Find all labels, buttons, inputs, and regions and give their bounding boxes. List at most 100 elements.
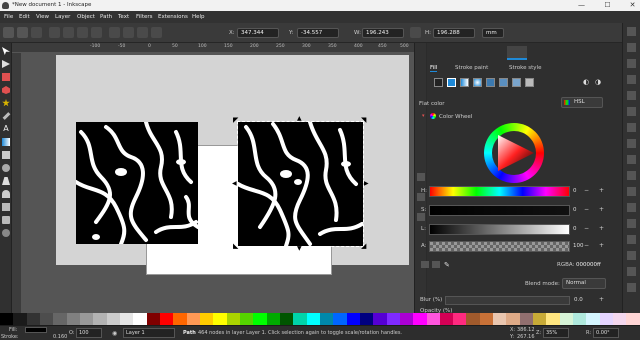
deselect-icon[interactable]	[31, 27, 42, 38]
lower-icon[interactable]	[137, 27, 148, 38]
palette-swatch[interactable]	[533, 313, 547, 325]
ungroup-icon[interactable]	[627, 251, 636, 260]
star-tool-icon[interactable]	[2, 99, 10, 107]
mesh-tool-icon[interactable]	[2, 151, 10, 159]
palette-swatch[interactable]	[386, 313, 400, 325]
gradient-tool-icon[interactable]	[2, 138, 10, 146]
palette-swatch[interactable]	[66, 313, 80, 325]
zoom-field[interactable]: 35%	[543, 328, 569, 338]
tab-stroke-paint[interactable]: Stroke paint	[455, 65, 488, 71]
palette-swatch[interactable]	[573, 313, 587, 325]
palette-swatch[interactable]	[26, 313, 40, 325]
print-icon[interactable]	[627, 75, 636, 84]
no-paint-button[interactable]	[434, 78, 443, 87]
transform-tab-icon[interactable]	[592, 46, 612, 60]
scale-handle-n-icon[interactable]: ▲	[297, 116, 303, 122]
radial-gradient-button[interactable]	[473, 78, 482, 87]
menu-edit[interactable]: Edit	[19, 14, 30, 20]
x-field[interactable]: 347.344	[237, 28, 279, 38]
palette-swatch[interactable]	[199, 313, 214, 325]
copy-icon[interactable]	[627, 155, 636, 164]
node-tool-icon[interactable]	[2, 60, 10, 68]
palette-swatch[interactable]	[186, 313, 200, 325]
color-wheel[interactable]	[484, 123, 544, 183]
palette-swatch[interactable]	[306, 313, 320, 325]
blur-value[interactable]: 0.0	[574, 297, 583, 303]
palette-swatch[interactable]	[506, 313, 520, 325]
blur-plus-icon[interactable]: +	[599, 296, 604, 303]
menu-object[interactable]: Object	[77, 14, 95, 20]
unset-button[interactable]	[525, 78, 534, 87]
layers-tab-icon[interactable]	[427, 46, 447, 60]
layer-visibility-icon[interactable]: ◉	[112, 330, 117, 337]
palette-swatch[interactable]	[453, 313, 467, 325]
rectangle-tool-icon[interactable]	[2, 73, 10, 81]
linear-gradient-button[interactable]	[460, 78, 469, 87]
flip-vertical-icon[interactable]	[91, 27, 102, 38]
palette-swatch[interactable]	[293, 313, 307, 325]
palette-swatch[interactable]	[466, 313, 480, 325]
paste-icon[interactable]	[627, 187, 636, 196]
h-field[interactable]: 196.288	[433, 28, 475, 38]
spray-tool-icon[interactable]	[2, 203, 10, 211]
blend-mode-dropdown[interactable]: Normal	[562, 278, 606, 289]
paint-bucket-tool-icon[interactable]	[2, 177, 10, 185]
save-icon[interactable]	[627, 59, 636, 68]
scale-handle-s-icon[interactable]: ▼	[297, 246, 303, 252]
palette-swatch[interactable]	[159, 313, 174, 325]
swatch-button[interactable]	[512, 78, 521, 87]
palette-swatch[interactable]	[413, 313, 427, 325]
palette-swatch[interactable]	[13, 313, 27, 325]
dropper-tool-icon[interactable]	[2, 164, 10, 172]
hue-plus-icon[interactable]: +	[599, 187, 604, 194]
palette-swatch[interactable]	[319, 313, 334, 325]
palette-swatch[interactable]	[93, 313, 107, 325]
palette-swatch[interactable]	[333, 313, 347, 325]
palette-swatch[interactable]	[239, 313, 254, 325]
export-icon[interactable]	[627, 107, 636, 116]
lightness-minus-icon[interactable]: −	[584, 225, 589, 232]
minimize-button[interactable]: —	[577, 1, 586, 10]
palette-swatch[interactable]	[626, 313, 640, 325]
new-document-icon[interactable]	[627, 27, 636, 36]
fill-stroke-tab-icon[interactable]	[507, 46, 527, 60]
pattern-button[interactable]	[499, 78, 508, 87]
palette-swatch[interactable]	[213, 313, 227, 325]
palette-swatch[interactable]	[439, 313, 454, 325]
select-all-layers-icon[interactable]	[17, 27, 28, 38]
fill-stroke-icon[interactable]	[627, 267, 636, 276]
menu-view[interactable]: View	[36, 14, 49, 20]
palette-swatch[interactable]	[79, 313, 94, 325]
alpha-minus-icon[interactable]: −	[584, 242, 589, 249]
redo-icon[interactable]	[627, 139, 636, 148]
fill-swatch[interactable]	[25, 327, 47, 333]
close-button[interactable]: ✕	[628, 1, 637, 10]
mesh-gradient-button[interactable]	[486, 78, 495, 87]
3d-box-tool-icon[interactable]	[2, 86, 10, 94]
zoom-tool-icon[interactable]	[2, 229, 10, 237]
maximize-button[interactable]: ☐	[603, 1, 612, 10]
scale-handle-w-icon[interactable]: ◀	[232, 181, 238, 187]
open-icon[interactable]	[627, 43, 636, 52]
saturation-slider[interactable]	[429, 205, 570, 216]
group-icon[interactable]	[627, 235, 636, 244]
unit-dropdown[interactable]: mm	[482, 28, 504, 38]
flat-color-button[interactable]	[447, 78, 456, 87]
palette-swatch[interactable]	[586, 313, 600, 325]
raise-to-top-icon[interactable]	[109, 27, 120, 38]
palette-swatch[interactable]	[426, 313, 440, 325]
palette-swatch[interactable]	[226, 313, 240, 325]
palette-swatch[interactable]	[613, 313, 627, 325]
lightness-slider[interactable]	[429, 224, 570, 235]
tab-fill[interactable]: Fill	[430, 65, 438, 72]
snap-bbox-icon[interactable]	[417, 193, 425, 201]
color-picker-icon[interactable]: ✎	[444, 261, 450, 269]
align-tab-icon[interactable]	[567, 46, 587, 60]
flip-horizontal-icon[interactable]	[77, 27, 88, 38]
hue-value[interactable]: 0	[573, 188, 577, 194]
undo-icon[interactable]	[627, 123, 636, 132]
palette-swatch[interactable]	[146, 313, 160, 325]
palette-swatch[interactable]	[399, 313, 414, 325]
cut-icon[interactable]	[627, 171, 636, 180]
rotation-field[interactable]: 0.00°	[593, 328, 619, 338]
